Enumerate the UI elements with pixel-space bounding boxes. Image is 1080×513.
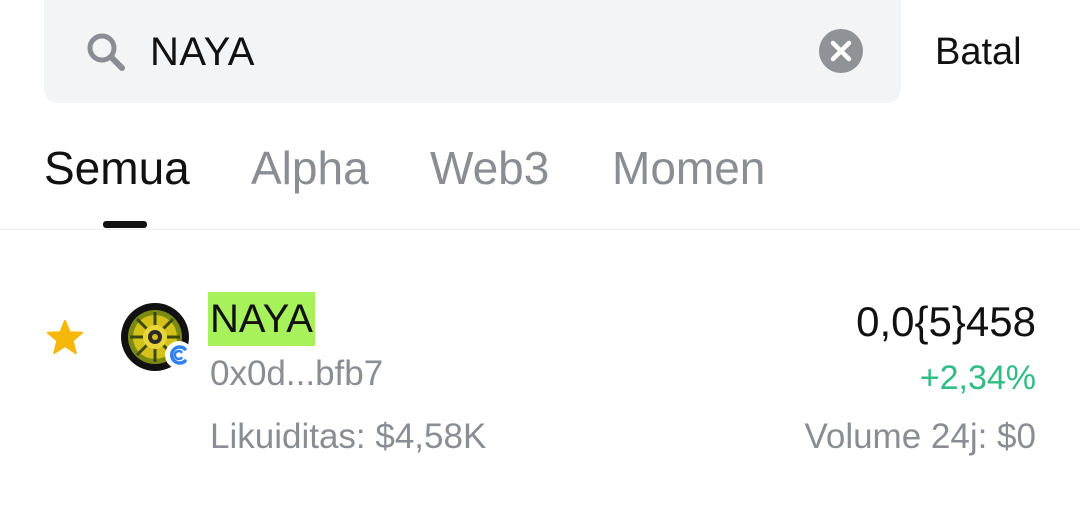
cancel-button[interactable]: Batal [935,28,1022,76]
token-address: 0x0d...bfb7 [210,354,384,393]
search-results-screen: NAYA Batal Semua Alpha Web3 Momen NAYA 0… [0,0,1080,513]
tab-web3[interactable]: Web3 [430,140,549,196]
star-icon[interactable] [46,318,84,356]
token-liquidity: Likuiditas: $4,58K [210,417,487,456]
search-input[interactable]: NAYA [150,28,255,76]
token-price-change: +2,34% [919,359,1036,397]
active-tab-indicator [103,221,147,228]
search-icon [87,33,125,71]
divider [0,229,1080,230]
chain-badge-icon [165,341,193,369]
tab-alpha[interactable]: Alpha [251,140,369,196]
tab-semua[interactable]: Semua [44,140,190,196]
token-result-row[interactable]: NAYA 0x0d...bfb7 Likuiditas: $4,58K 0,0{… [0,270,1080,470]
token-price: 0,0{5}458 [856,298,1036,345]
token-volume: Volume 24j: $0 [804,417,1036,456]
clear-icon[interactable] [818,28,864,74]
tab-momen[interactable]: Momen [612,140,765,196]
token-name: NAYA [208,292,315,346]
